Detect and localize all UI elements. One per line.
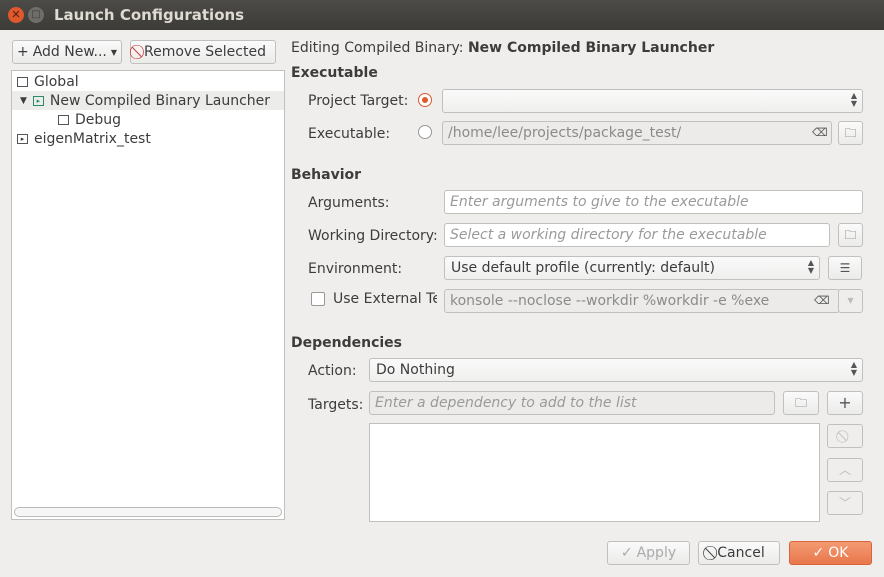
terminal-dropdown-button[interactable]: ▼ xyxy=(838,289,863,313)
launcher-icon: ▸ xyxy=(32,95,44,106)
move-up-button[interactable]: ︿ xyxy=(827,458,863,482)
updown-icon: ▲ ▼ xyxy=(850,91,857,108)
tree-item-global[interactable]: Global xyxy=(12,72,284,91)
targets-label: Targets: xyxy=(308,397,364,413)
horizontal-scrollbar[interactable] xyxy=(14,507,282,517)
move-down-button[interactable]: ﹀ xyxy=(827,491,863,515)
updown-icon: ▲ ▼ xyxy=(807,258,814,275)
window-title: Launch Configurations xyxy=(54,6,245,24)
title-bar: ✕ □ Launch Configurations xyxy=(0,0,884,30)
close-icon[interactable]: ✕ xyxy=(8,7,24,23)
environment-settings-button[interactable]: ☰ xyxy=(828,256,862,280)
config-tree[interactable]: Global ▼ ▸ New Compiled Binary Launcher De… xyxy=(11,70,285,520)
arguments-input[interactable]: Enter arguments to give to the executabl… xyxy=(444,190,863,214)
action-label: Action: xyxy=(308,363,357,379)
action-combo[interactable]: Do Nothing ▲ ▼ xyxy=(369,358,863,382)
executable-input[interactable]: /home/lee/projects/package_test/ xyxy=(442,121,832,145)
targets-input[interactable]: Enter a dependency to add to the list xyxy=(369,391,775,415)
check-icon: ✓ xyxy=(620,545,633,561)
chevron-down-icon: ▼ xyxy=(110,47,118,57)
remove-selected-button[interactable]: ⃠Remove Selected xyxy=(130,40,276,64)
browse-folder-button[interactable]: 🗀 xyxy=(838,121,863,145)
dependencies-header: Dependencies xyxy=(291,335,403,351)
dependencies-list[interactable] xyxy=(369,423,820,522)
launcher-icon: ▸ xyxy=(17,133,28,144)
environment-label: Environment: xyxy=(308,261,403,277)
environment-combo[interactable]: Use default profile (currently: default)… xyxy=(444,256,820,280)
behavior-header: Behavior xyxy=(291,167,362,183)
updown-icon: ▲ ▼ xyxy=(850,360,857,377)
add-target-button[interactable]: + xyxy=(827,391,863,415)
tree-item-eigenmatrix[interactable]: ▸ eigenMatrix_test xyxy=(12,129,284,148)
tree-item-launcher[interactable]: ▼ ▸ New Compiled Binary Launcher xyxy=(12,91,284,110)
external-terminal-label: Use External Te xyxy=(333,291,437,307)
browse-target-button[interactable]: 🗀 xyxy=(783,391,819,415)
workdir-label: Working Directory: xyxy=(308,228,438,244)
check-icon: ✓ xyxy=(812,545,825,561)
remove-target-button[interactable]: ⃠ xyxy=(827,424,863,448)
executable-label: Executable: xyxy=(308,126,391,142)
external-terminal-checkbox[interactable] xyxy=(311,292,325,306)
add-new-button[interactable]: + Add New... ▼ xyxy=(12,40,122,64)
executable-header: Executable xyxy=(291,65,378,81)
debug-icon xyxy=(58,114,69,125)
arguments-label: Arguments: xyxy=(308,195,390,211)
browse-workdir-button[interactable]: 🗀 xyxy=(838,223,863,247)
maximize-icon[interactable]: □ xyxy=(28,7,44,23)
expand-arrow-icon[interactable]: ▼ xyxy=(20,96,27,106)
clear-icon[interactable]: ⌫ xyxy=(814,294,830,307)
clear-icon[interactable]: ⌫ xyxy=(812,126,828,139)
tree-item-debug[interactable]: Debug xyxy=(12,110,284,129)
editing-title: Editing Compiled Binary: New Compiled Bi… xyxy=(291,40,715,56)
project-target-radio[interactable] xyxy=(418,93,432,107)
project-target-combo[interactable]: ▲ ▼ xyxy=(442,89,863,113)
ok-button[interactable]: ✓ OK xyxy=(789,541,872,565)
plus-icon: + xyxy=(16,44,29,60)
folder-icon xyxy=(17,76,28,87)
executable-radio[interactable] xyxy=(418,125,432,139)
apply-button[interactable]: ✓ Apply xyxy=(607,541,690,565)
project-target-label: Project Target: xyxy=(308,93,409,109)
workdir-input[interactable]: Select a working directory for the execu… xyxy=(444,223,830,247)
external-terminal-input[interactable]: konsole --noclose --workdir %workdir -e … xyxy=(444,289,840,313)
cancel-button[interactable]: ⃠Cancel xyxy=(698,541,780,565)
